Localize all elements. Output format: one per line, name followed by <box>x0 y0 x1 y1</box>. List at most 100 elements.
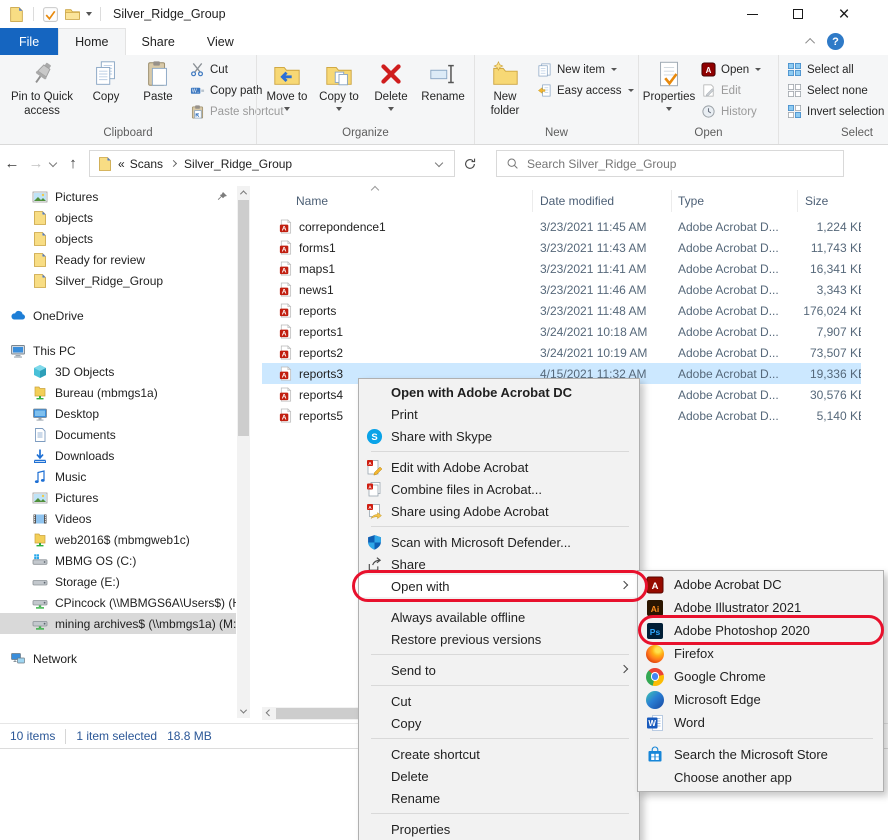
scroll-down-icon[interactable] <box>237 705 250 718</box>
ribbon-button[interactable]: Rename <box>417 58 469 105</box>
ribbon-button[interactable]: New item <box>533 59 638 80</box>
ribbon-button[interactable]: Easy access <box>533 80 638 101</box>
ribbon-button[interactable]: New folder <box>479 58 531 118</box>
column-header-name[interactable]: Name <box>270 190 533 212</box>
sidebar-item[interactable]: Bureau (mbmgs1a) <box>0 382 236 403</box>
minimize-button[interactable] <box>729 0 775 28</box>
sidebar-item[interactable]: Ready for review <box>0 249 236 270</box>
quick-access-folder-icon[interactable] <box>64 6 81 23</box>
file-row[interactable]: Areports2 3/24/2021 10:19 AM Adobe Acrob… <box>262 342 888 363</box>
submenu-item[interactable]: Ai Adobe Illustrator 2021 <box>638 596 883 619</box>
file-row[interactable]: Anews1 3/23/2021 11:46 AM Adobe Acrobat … <box>262 279 888 300</box>
ribbon-button[interactable]: Properties <box>643 58 695 111</box>
search-input[interactable] <box>527 157 834 171</box>
context-menu-item[interactable]: Always available offline <box>359 606 639 628</box>
ribbon-button[interactable]: AOpen <box>697 59 765 80</box>
context-menu-item[interactable]: Cut <box>359 690 639 712</box>
close-button[interactable] <box>821 0 867 28</box>
sidebar-item[interactable]: 3D Objects <box>0 361 236 382</box>
context-menu-item[interactable]: A Share using Adobe Acrobat <box>359 500 639 522</box>
ribbon-button[interactable]: Select all <box>783 59 888 80</box>
collapse-ribbon-icon[interactable] <box>805 38 815 48</box>
context-menu-item[interactable]: Delete <box>359 765 639 787</box>
sidebar-scrollbar[interactable] <box>237 186 250 718</box>
ribbon-button[interactable]: Move to <box>261 58 313 111</box>
context-menu-item[interactable]: Restore previous versions <box>359 628 639 650</box>
column-header-type[interactable]: Type <box>672 190 798 212</box>
context-menu-item[interactable]: Properties <box>359 818 639 840</box>
sidebar-item[interactable]: Pictures <box>0 487 236 508</box>
address-dropdown-icon[interactable] <box>435 158 443 166</box>
up-button[interactable] <box>61 155 85 172</box>
scroll-up-icon[interactable] <box>237 186 250 199</box>
context-menu-item[interactable]: Copy <box>359 712 639 734</box>
file-row[interactable]: Aforms1 3/23/2021 11:43 AM Adobe Acrobat… <box>262 237 888 258</box>
tab-file[interactable]: File <box>0 28 58 55</box>
ribbon-button[interactable]: Paste <box>132 58 184 105</box>
context-menu-item[interactable]: Open with <box>359 575 639 597</box>
sidebar-item[interactable]: web2016$ (mbmgweb1c) <box>0 529 236 550</box>
search-box[interactable] <box>496 150 844 177</box>
sidebar-item[interactable]: Videos <box>0 508 236 529</box>
context-menu-item[interactable]: S Share with Skype <box>359 425 639 447</box>
context-menu-item[interactable]: Open with Adobe Acrobat DC <box>359 381 639 403</box>
ribbon-button[interactable]: Select none <box>783 80 888 101</box>
submenu-item[interactable]: W Word <box>638 711 883 734</box>
column-header-size[interactable]: Size <box>798 190 866 212</box>
submenu-item[interactable]: Search the Microsoft Store <box>638 743 883 766</box>
context-menu-item[interactable]: A Edit with Adobe Acrobat <box>359 456 639 478</box>
forward-button[interactable] <box>24 155 48 172</box>
submenu-item[interactable]: Google Chrome <box>638 665 883 688</box>
help-icon[interactable] <box>827 33 844 50</box>
ribbon-button[interactable]: History <box>697 101 765 122</box>
sidebar-item[interactable]: Network <box>0 648 236 669</box>
back-button[interactable] <box>0 155 24 172</box>
breadcrumb-overflow[interactable]: « <box>118 157 125 171</box>
file-row[interactable]: Areports 3/23/2021 11:48 AM Adobe Acroba… <box>262 300 888 321</box>
scrollbar-thumb[interactable] <box>238 200 249 436</box>
ribbon-button[interactable]: Delete <box>365 58 417 111</box>
file-row[interactable]: Acorrepondence1 3/23/2021 11:45 AM Adobe… <box>262 216 888 237</box>
context-menu-item[interactable]: Rename <box>359 787 639 809</box>
context-menu-item[interactable]: Send to <box>359 659 639 681</box>
submenu-item[interactable]: Microsoft Edge <box>638 688 883 711</box>
ribbon-button[interactable]: Edit <box>697 80 765 101</box>
sidebar-item[interactable]: Music <box>0 466 236 487</box>
breadcrumb-item-current[interactable]: Silver_Ridge_Group <box>184 157 292 171</box>
maximize-button[interactable] <box>775 0 821 28</box>
submenu-item[interactable]: Ps Adobe Photoshop 2020 <box>638 619 883 642</box>
breadcrumb[interactable]: « Scans Silver_Ridge_Group <box>89 150 455 177</box>
context-menu-item[interactable]: Create shortcut <box>359 743 639 765</box>
sidebar-item[interactable]: Storage (E:) <box>0 571 236 592</box>
context-menu-item[interactable]: Share <box>359 553 639 575</box>
submenu-item[interactable]: Choose another app <box>638 766 883 789</box>
context-menu-item[interactable]: A Combine files in Acrobat... <box>359 478 639 500</box>
file-row[interactable]: Areports1 3/24/2021 10:18 AM Adobe Acrob… <box>262 321 888 342</box>
recent-locations-caret-icon[interactable] <box>49 158 57 166</box>
submenu-item[interactable]: Firefox <box>638 642 883 665</box>
sidebar-item[interactable]: Downloads <box>0 445 236 466</box>
quick-access-caret-icon[interactable] <box>86 12 92 16</box>
quick-access-new-folder-icon[interactable] <box>8 6 25 23</box>
ribbon-button[interactable]: Copy <box>80 58 132 105</box>
tab-share[interactable]: Share <box>126 28 191 55</box>
ribbon-button[interactable]: Copy to <box>313 58 365 111</box>
sidebar-item[interactable]: objects <box>0 228 236 249</box>
breadcrumb-item-scans[interactable]: Scans <box>130 157 163 171</box>
quick-access-properties-icon[interactable] <box>42 6 59 23</box>
scroll-left-icon[interactable] <box>262 707 275 720</box>
file-row[interactable]: Amaps1 3/23/2021 11:41 AM Adobe Acrobat … <box>262 258 888 279</box>
sidebar-item[interactable]: Silver_Ridge_Group <box>0 270 236 291</box>
ribbon-button[interactable]: Invert selection <box>783 101 888 122</box>
sidebar-item[interactable]: Desktop <box>0 403 236 424</box>
sidebar-item[interactable]: CPincock (\\MBMGS6A\Users$) (H:) <box>0 592 236 613</box>
sidebar-item[interactable]: OneDrive <box>0 305 236 326</box>
sidebar-item[interactable]: objects <box>0 207 236 228</box>
submenu-item[interactable]: A Adobe Acrobat DC <box>638 573 883 596</box>
context-menu-item[interactable]: Scan with Microsoft Defender... <box>359 531 639 553</box>
sidebar-item[interactable]: This PC <box>0 340 236 361</box>
sidebar-item[interactable]: Pictures <box>0 186 236 207</box>
sidebar-item[interactable]: Documents <box>0 424 236 445</box>
sidebar-item[interactable]: mining archives$ (\\mbmgs1a) (M:) <box>0 613 236 634</box>
tab-home[interactable]: Home <box>58 28 125 55</box>
